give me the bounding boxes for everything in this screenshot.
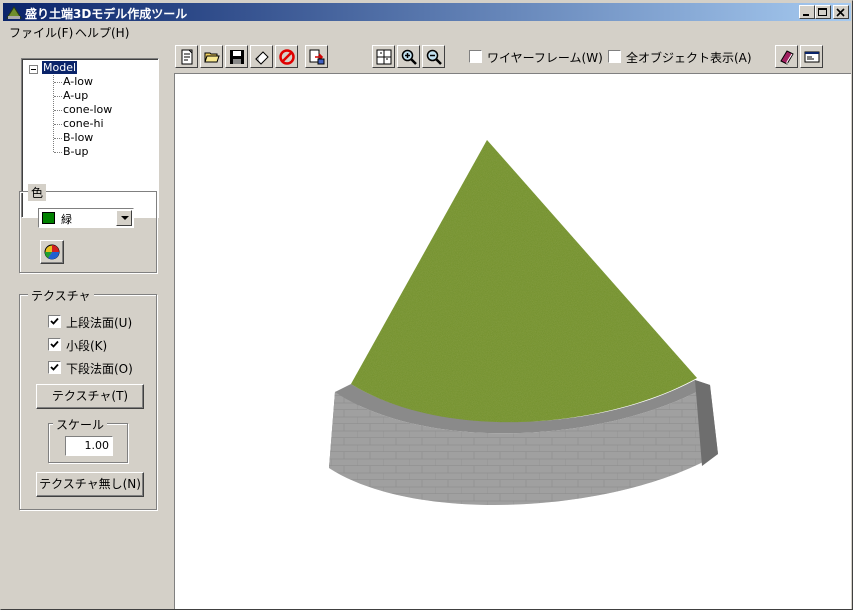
manual-button[interactable] — [775, 45, 798, 68]
zoom-out-icon — [426, 49, 442, 65]
fit-view-icon — [376, 49, 392, 65]
close-button[interactable] — [833, 5, 849, 19]
texture-group-legend: テクスチャ — [28, 287, 94, 304]
checkbox-box[interactable] — [48, 338, 61, 351]
open-button[interactable] — [200, 45, 223, 68]
color-group-legend: 色 — [28, 184, 47, 201]
open-folder-icon — [204, 52, 220, 63]
scale-group: スケール 1.00 — [48, 416, 128, 463]
berm-label: 小段(K) — [66, 339, 108, 353]
save-button[interactable] — [225, 45, 248, 68]
checkbox-box[interactable] — [48, 315, 61, 328]
scale-legend: スケール — [53, 416, 108, 433]
checkbox-box[interactable] — [48, 361, 61, 374]
tree-connector — [53, 75, 54, 152]
scale-input[interactable]: 1.00 — [65, 436, 113, 456]
export-button[interactable] — [305, 45, 328, 68]
fit-view-button[interactable] — [372, 45, 395, 68]
color-select[interactable]: 緑 — [38, 208, 134, 228]
collapse-icon[interactable] — [29, 65, 38, 74]
minimize-button[interactable] — [799, 5, 815, 19]
title-bar: 盛り土端3Dモデル作成ツール — [3, 3, 851, 21]
eraser-icon — [255, 51, 269, 65]
grass-slope — [351, 140, 697, 423]
checkbox-box[interactable] — [469, 50, 482, 63]
color-select-value: 緑 — [61, 213, 72, 226]
show-all-objects-label: 全オブジェクト表示(A) — [626, 51, 752, 65]
tree-item-a-up[interactable]: A-up — [63, 89, 88, 102]
maximize-button[interactable] — [815, 5, 831, 19]
tree-item-b-up[interactable]: B-up — [63, 145, 88, 158]
app-icon — [6, 6, 22, 19]
check-icon — [50, 317, 59, 325]
3d-viewport[interactable] — [174, 73, 851, 609]
lower-slope-label: 下段法面(O) — [66, 362, 133, 376]
tree-item-a-low[interactable]: A-low — [63, 75, 93, 88]
checkbox-box[interactable] — [608, 50, 621, 63]
upper-slope-label: 上段法面(U) — [66, 316, 133, 330]
wireframe-label: ワイヤーフレーム(W) — [487, 51, 603, 65]
tree-root-model[interactable]: Model — [40, 60, 79, 75]
minimize-icon — [803, 14, 809, 16]
toolbar: ワイヤーフレーム(W) 全オブジェクト表示(A) — [173, 41, 851, 73]
cancel-icon — [279, 49, 295, 65]
app-window: 盛り土端3Dモデル作成ツール ファイル(F) ヘルプ(H) Model A-lo… — [0, 0, 853, 610]
tree-item-b-low[interactable]: B-low — [63, 131, 93, 144]
cancel-button[interactable] — [275, 45, 298, 68]
new-document-icon — [181, 49, 193, 65]
info-button[interactable] — [800, 45, 823, 68]
texture-group: テクスチャ 上段法面(U) 小段(K) 下段法面(O) テクスチャ(T) スケー… — [19, 287, 157, 510]
no-texture-button[interactable]: テクスチャ無し(N) — [36, 472, 144, 497]
check-icon — [50, 363, 59, 371]
book-icon — [780, 50, 794, 65]
color-group: 色 緑 — [19, 184, 157, 273]
color-palette-icon — [44, 244, 60, 260]
save-icon — [230, 50, 244, 64]
color-picker-button[interactable] — [40, 240, 64, 264]
chevron-down-icon[interactable] — [116, 210, 132, 226]
tree-item-cone-hi[interactable]: cone-hi — [63, 117, 104, 130]
menu-file[interactable]: ファイル(F) — [9, 24, 73, 41]
info-card-icon — [804, 51, 820, 63]
menu-help[interactable]: ヘルプ(H) — [75, 24, 129, 41]
zoom-in-icon — [401, 49, 417, 65]
menu-bar: ファイル(F) ヘルプ(H) — [3, 22, 851, 40]
eraser-button[interactable] — [250, 45, 273, 68]
window-title: 盛り土端3Dモデル作成ツール — [25, 7, 188, 21]
check-icon — [50, 340, 59, 348]
close-icon — [836, 8, 845, 17]
texture-button[interactable]: テクスチャ(T) — [36, 384, 144, 409]
zoom-in-button[interactable] — [397, 45, 420, 68]
left-panel: Model A-low A-up cone-low cone-hi B-low … — [3, 40, 173, 609]
new-document-button[interactable] — [175, 45, 198, 68]
tree-item-cone-low[interactable]: cone-low — [63, 103, 112, 116]
embankment-model — [329, 140, 718, 505]
color-swatch — [42, 212, 55, 224]
maximize-icon — [818, 8, 827, 16]
zoom-out-button[interactable] — [422, 45, 445, 68]
export-icon — [309, 49, 325, 65]
